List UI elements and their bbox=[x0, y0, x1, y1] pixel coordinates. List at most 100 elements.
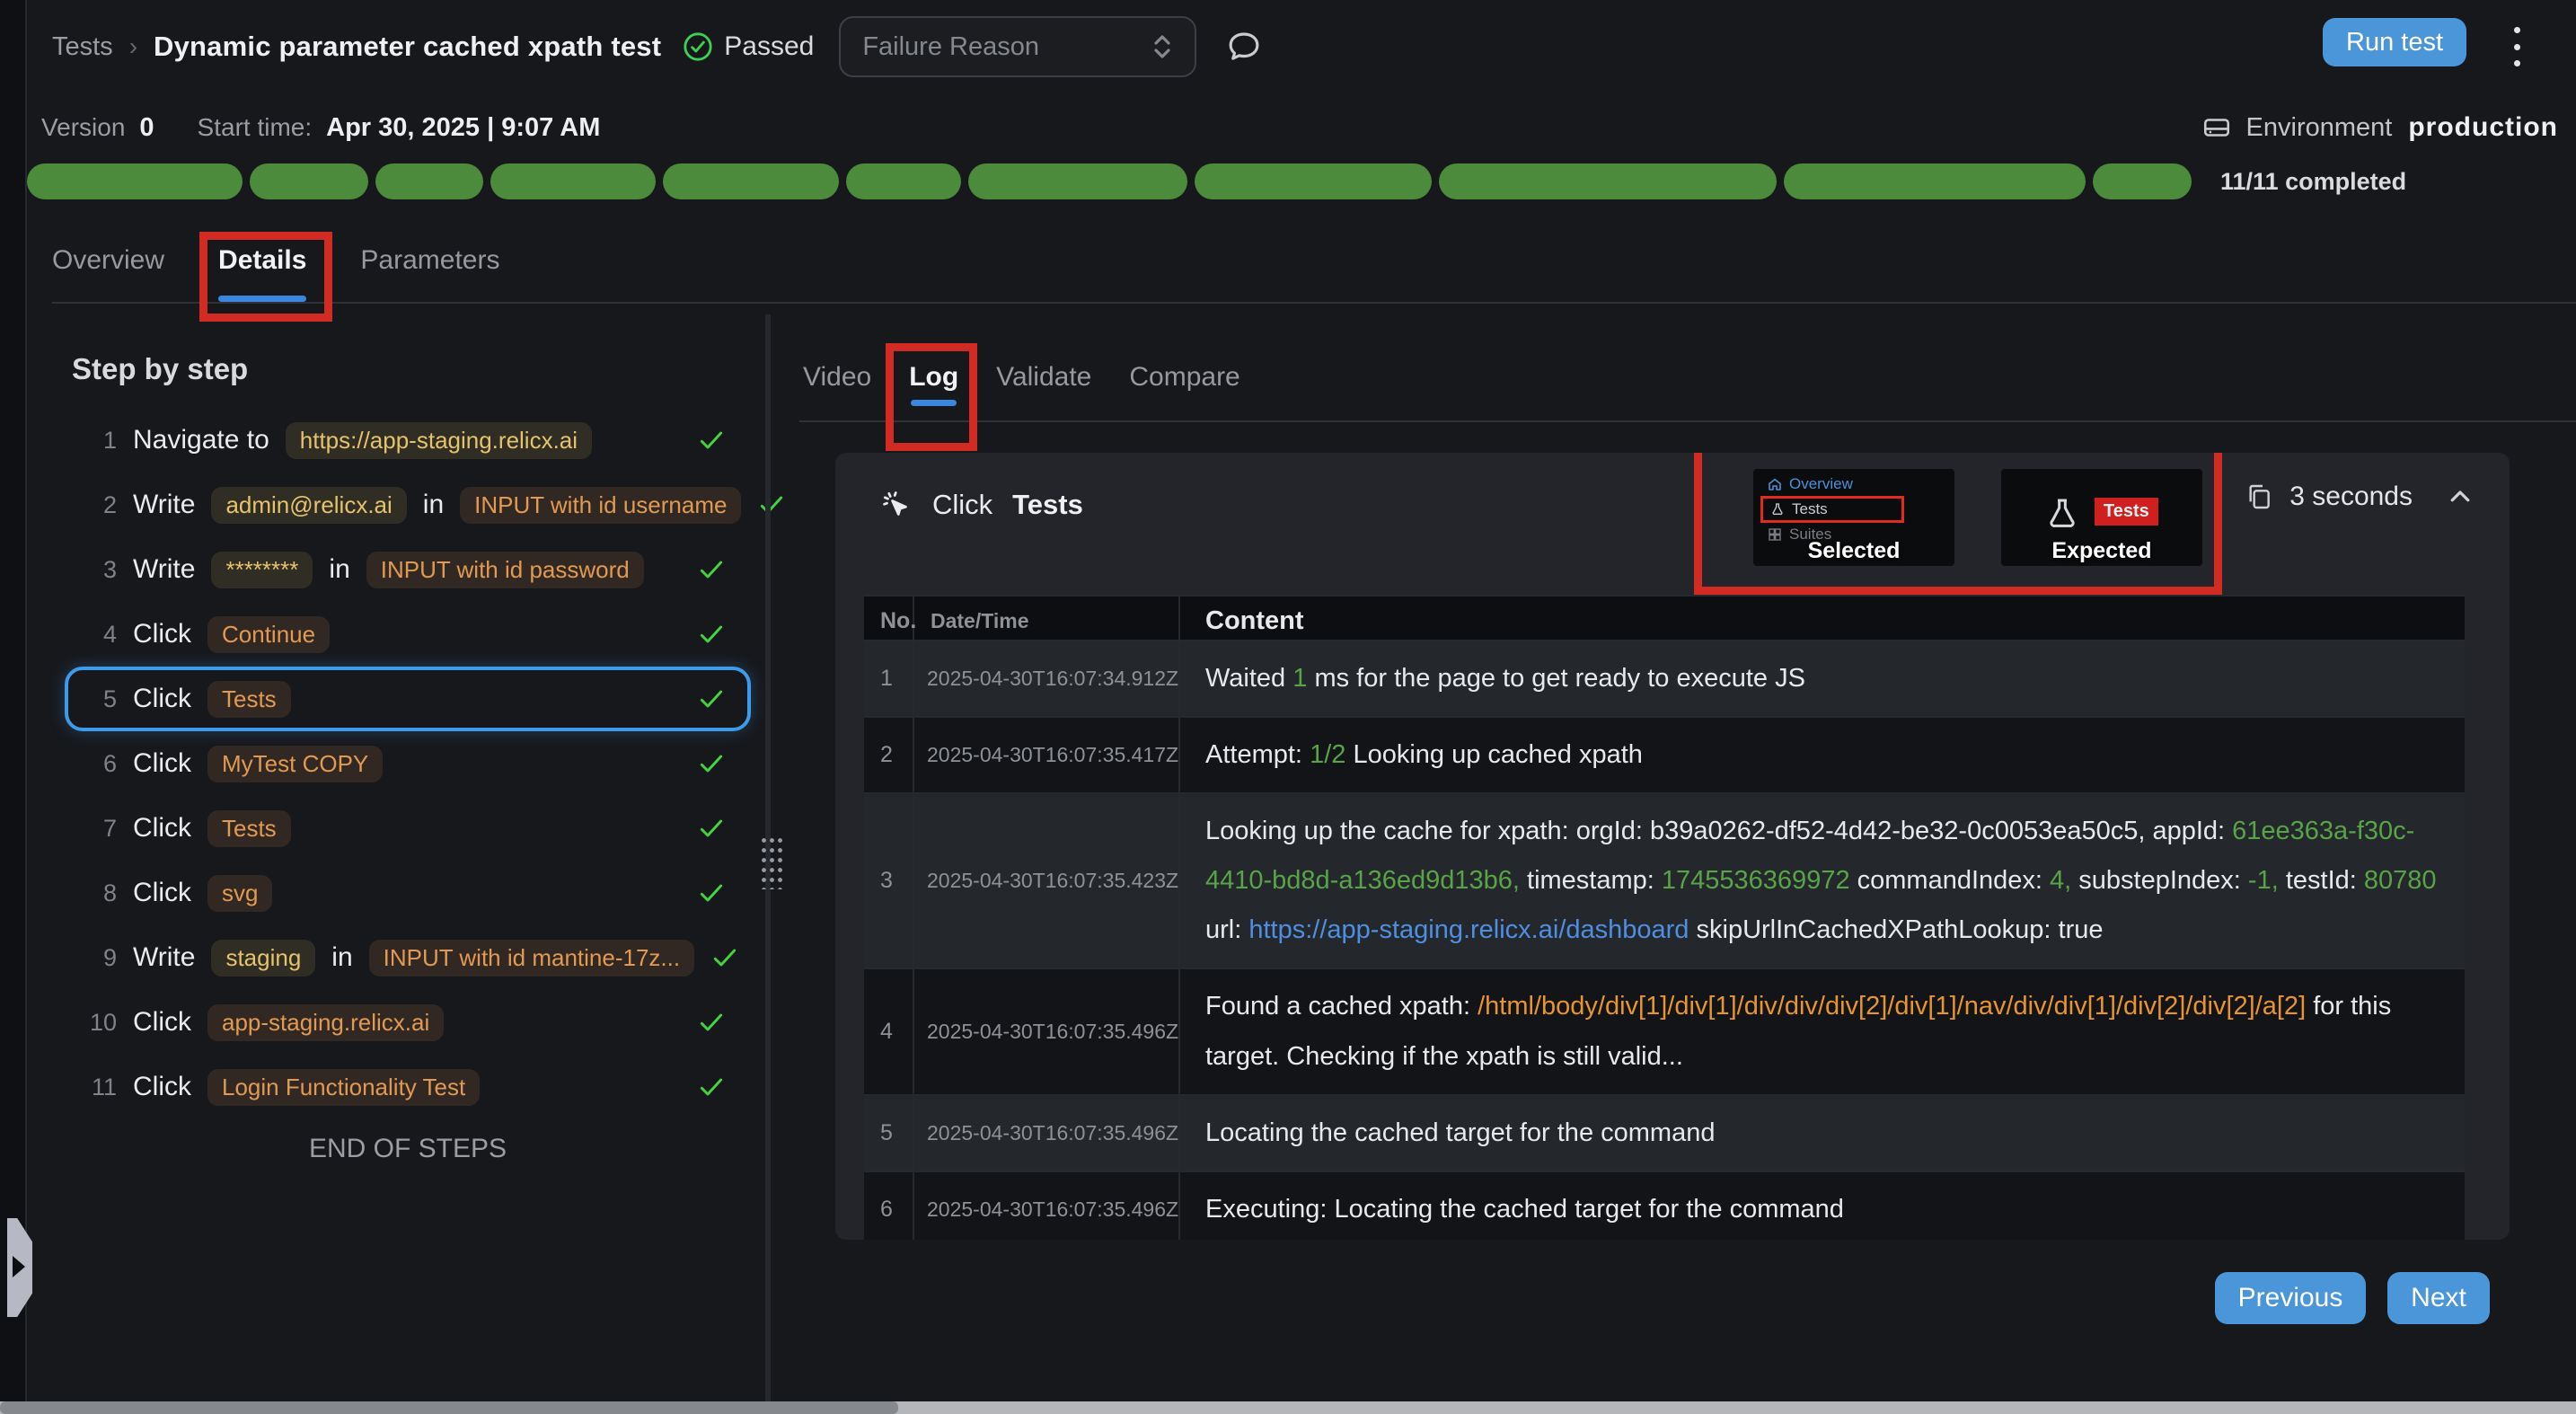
tab-overview[interactable]: Overview bbox=[52, 243, 164, 278]
horizontal-scrollbar[interactable] bbox=[0, 1401, 2576, 1414]
step-row[interactable]: 2Writeadmin@relicx.aiinINPUT with id use… bbox=[65, 473, 751, 537]
horizontal-scrollbar-thumb[interactable] bbox=[0, 1401, 898, 1414]
progress-segment bbox=[846, 163, 961, 199]
tab-details[interactable]: Details bbox=[218, 243, 306, 278]
log-row: 32025-04-30T16:07:35.423ZLooking up the … bbox=[864, 794, 2465, 969]
log-row-timestamp: 2025-04-30T16:07:35.496Z bbox=[914, 1096, 1180, 1171]
failure-reason-placeholder: Failure Reason bbox=[862, 32, 1039, 62]
environment-value: production bbox=[2408, 112, 2558, 143]
step-row[interactable]: 5ClickTests bbox=[65, 667, 751, 731]
progress-segment bbox=[2093, 163, 2192, 199]
step-number: 6 bbox=[84, 750, 117, 778]
check-circle-icon bbox=[683, 31, 713, 62]
log-row-timestamp: 2025-04-30T16:07:35.423Z bbox=[914, 794, 1180, 968]
end-of-steps-label: END OF STEPS bbox=[65, 1134, 751, 1164]
step-row[interactable]: 3Write********inINPUT with id password bbox=[65, 537, 751, 602]
log-row: 42025-04-30T16:07:35.496ZFound a cached … bbox=[864, 969, 2465, 1095]
meta-row: Version 0 Start time: Apr 30, 2025 | 9:0… bbox=[27, 93, 2576, 162]
log-tabs-list: Video Log Validate Compare bbox=[803, 359, 1240, 395]
step-number: 8 bbox=[84, 879, 117, 907]
step-row[interactable]: 10Clickapp-staging.relicx.ai bbox=[65, 990, 751, 1055]
step-target-badge: Tests bbox=[207, 810, 291, 847]
log-link[interactable]: https://app-staging.relicx.ai/dashboard bbox=[1248, 915, 1689, 944]
drag-handle-icon[interactable] bbox=[760, 835, 783, 889]
log-row-number: 4 bbox=[864, 969, 914, 1093]
step-target-badge: Continue bbox=[207, 616, 330, 653]
step-check-icon bbox=[697, 814, 726, 843]
step-target-badge: INPUT with id username bbox=[460, 487, 741, 524]
log-row-timestamp: 2025-04-30T16:07:34.912Z bbox=[914, 641, 1180, 716]
step-row[interactable]: 11 Click Login Functionality Test bbox=[65, 1055, 751, 1119]
step-target-badge: https://app-staging.relicx.ai bbox=[286, 422, 592, 459]
log-row-number: 5 bbox=[864, 1096, 914, 1171]
version-value: 0 bbox=[139, 113, 154, 143]
breadcrumb-tests[interactable]: Tests bbox=[52, 32, 113, 62]
progress-bar: 11/11 completed bbox=[27, 162, 2576, 201]
next-button[interactable]: Next bbox=[2387, 1272, 2490, 1324]
selected-thumbnail[interactable]: Overview Tests Suites Selected bbox=[1753, 469, 1954, 566]
expected-thumb-label: Expected bbox=[2001, 538, 2202, 564]
step-check-icon bbox=[710, 943, 739, 972]
step-action-text: in bbox=[423, 490, 444, 520]
log-tab-video[interactable]: Video bbox=[803, 359, 871, 395]
left-rail bbox=[0, 0, 27, 1414]
main-tabs: Overview Details Parameters bbox=[27, 225, 2576, 314]
steps-panel: Step by step 1Navigate tohttps://app-sta… bbox=[27, 305, 767, 1414]
log-row-content: Locating the cached target for the comma… bbox=[1180, 1096, 2465, 1171]
comment-bubble-icon[interactable] bbox=[1225, 28, 1263, 66]
previous-button[interactable]: Previous bbox=[2215, 1272, 2366, 1324]
step-row[interactable]: 4ClickContinue bbox=[65, 602, 751, 667]
start-time-label: Start time: bbox=[198, 113, 313, 142]
step-check-icon bbox=[697, 426, 726, 455]
tab-parameters[interactable]: Parameters bbox=[360, 243, 499, 278]
progress-segment bbox=[375, 163, 483, 199]
copy-icon[interactable] bbox=[2245, 482, 2273, 511]
step-target-badge: ******** bbox=[211, 552, 313, 588]
step-number: 2 bbox=[84, 491, 117, 519]
command-header: Click Tests bbox=[880, 489, 1083, 521]
duration-text: 3 seconds bbox=[2289, 482, 2413, 512]
step-action-text: Click bbox=[133, 878, 191, 908]
steps-heading: Step by step bbox=[72, 352, 767, 386]
log-tabs-divider bbox=[799, 420, 2576, 422]
log-table: No.Date/TimeContent12025-04-30T16:07:34.… bbox=[864, 595, 2465, 1240]
step-number: 7 bbox=[84, 815, 117, 843]
step-number: 10 bbox=[84, 1009, 117, 1037]
log-tab-log[interactable]: Log bbox=[909, 359, 958, 395]
progress-segment bbox=[1784, 163, 2086, 199]
step-row[interactable]: 9WritestaginginINPUT with id mantine-17z… bbox=[65, 925, 751, 990]
step-list: 1Navigate tohttps://app-staging.relicx.a… bbox=[65, 408, 751, 1119]
step-number: 11 bbox=[84, 1074, 117, 1101]
log-table-header: No.Date/TimeContent bbox=[864, 597, 2465, 641]
log-tab-compare[interactable]: Compare bbox=[1129, 359, 1239, 395]
step-action-text: Click bbox=[133, 1072, 191, 1102]
step-row[interactable]: 6ClickMyTest COPY bbox=[65, 731, 751, 796]
progress-caption: 11/11 completed bbox=[2220, 168, 2406, 196]
failure-reason-select[interactable]: Failure Reason bbox=[839, 16, 1196, 77]
progress-segment bbox=[490, 163, 656, 199]
log-tab-validate[interactable]: Validate bbox=[996, 359, 1091, 395]
log-row-number: 2 bbox=[864, 718, 914, 792]
step-action-text: Write bbox=[133, 554, 195, 585]
log-row: 62025-04-30T16:07:35.496ZExecuting: Loca… bbox=[864, 1172, 2465, 1240]
run-test-button[interactable]: Run test bbox=[2323, 18, 2466, 66]
step-action-text: in bbox=[329, 554, 349, 585]
step-number: 9 bbox=[84, 944, 117, 972]
flask-icon bbox=[1770, 502, 1785, 517]
step-number: 5 bbox=[84, 685, 117, 713]
step-check-icon bbox=[757, 490, 786, 519]
environment-icon bbox=[2201, 112, 2232, 143]
app-root: Tests › Dynamic parameter cached xpath t… bbox=[0, 0, 2576, 1414]
main-tabs-list: Overview Details Parameters bbox=[27, 225, 2576, 278]
step-row[interactable]: 1Navigate tohttps://app-staging.relicx.a… bbox=[65, 408, 751, 473]
step-target-badge: Login Functionality Test bbox=[207, 1069, 480, 1106]
step-target-badge: Tests bbox=[207, 681, 291, 718]
step-check-icon bbox=[697, 1008, 726, 1037]
step-row[interactable]: 8Clicksvg bbox=[65, 861, 751, 925]
page-title: Dynamic parameter cached xpath test bbox=[154, 31, 661, 63]
expected-thumbnail[interactable]: Tests Expected bbox=[2001, 469, 2202, 566]
kebab-menu-icon[interactable] bbox=[2511, 27, 2522, 66]
step-row[interactable]: 7ClickTests bbox=[65, 796, 751, 861]
log-row: 52025-04-30T16:07:35.496ZLocating the ca… bbox=[864, 1096, 2465, 1172]
collapse-chevron-icon[interactable] bbox=[2447, 483, 2474, 510]
